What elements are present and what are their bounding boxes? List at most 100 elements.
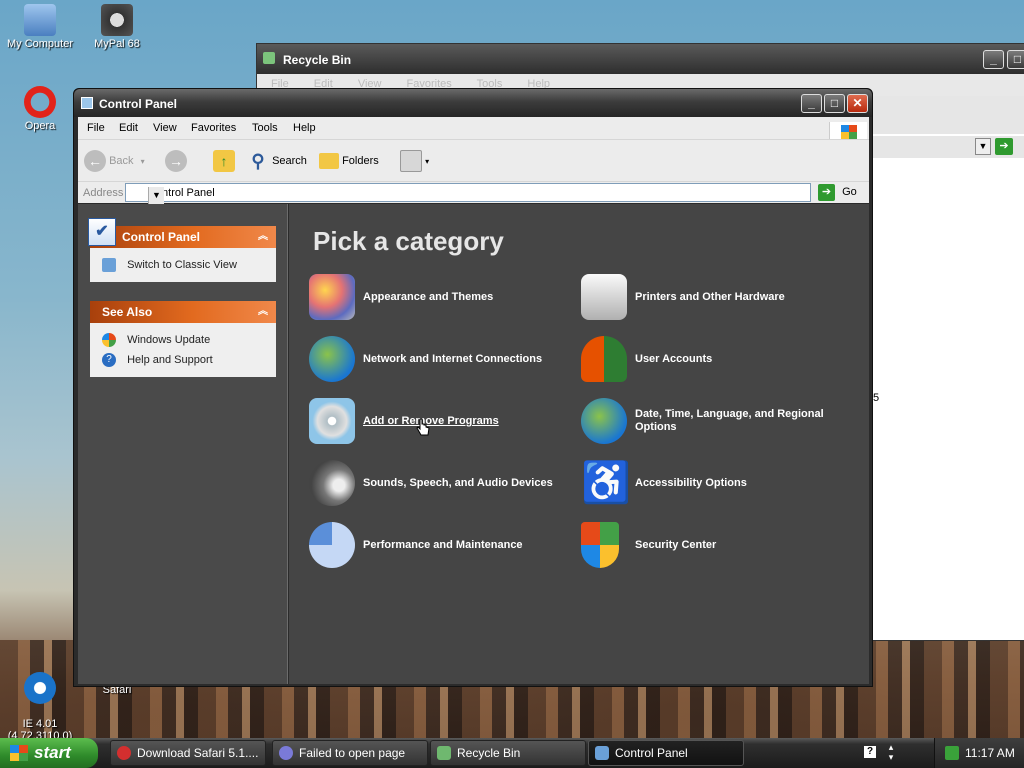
left-task-pane: ✔ Control Panel ︽ Switch to Classic View… bbox=[78, 204, 288, 684]
search-button[interactable]: ⚲ Search bbox=[247, 149, 307, 173]
taskbar-item-failed-page[interactable]: Failed to open page bbox=[272, 740, 428, 766]
views-grid-icon bbox=[400, 150, 422, 173]
forward-arrow-icon: → bbox=[165, 150, 187, 173]
forward-button[interactable]: → bbox=[165, 149, 187, 173]
control-panel-small-icon bbox=[595, 746, 609, 760]
windows-flag-icon bbox=[10, 745, 28, 761]
rb-maximize-button[interactable]: □ bbox=[1007, 50, 1024, 69]
taskbar-item-download-safari[interactable]: Download Safari 5.1.... bbox=[110, 740, 266, 766]
user-accounts-icon bbox=[581, 336, 627, 382]
opera-icon bbox=[24, 86, 56, 118]
help-and-support-link[interactable]: ? Help and Support bbox=[102, 351, 276, 371]
rb-partial-text: 5 bbox=[873, 392, 880, 404]
go-arrow-icon: ➔ bbox=[818, 183, 835, 201]
start-button[interactable]: start bbox=[0, 738, 98, 768]
network-icon bbox=[309, 336, 355, 382]
category-security-center[interactable]: Security Center bbox=[581, 520, 843, 570]
classic-view-icon bbox=[102, 258, 116, 273]
category-user-accounts[interactable]: User Accounts bbox=[581, 334, 843, 384]
up-folder-button[interactable]: ↑ bbox=[213, 149, 235, 173]
computer-icon bbox=[24, 4, 56, 36]
category-accessibility-options[interactable]: ♿ Accessibility Options bbox=[581, 458, 843, 508]
accessibility-icon: ♿ bbox=[581, 461, 631, 505]
control-panel-titlebar[interactable]: Control Panel _ □ ✕ bbox=[74, 89, 872, 117]
menubar: File Edit View Favorites Tools Help bbox=[78, 117, 869, 142]
control-panel-box-header[interactable]: ✔ Control Panel ︽ bbox=[88, 218, 276, 248]
menu-help[interactable]: Help bbox=[293, 122, 316, 134]
taskbar-item-control-panel[interactable]: Control Panel bbox=[588, 740, 744, 766]
taskbar: start Download Safari 5.1.... Failed to … bbox=[0, 738, 1024, 768]
my-computer-desktop-icon[interactable]: My Computer bbox=[0, 4, 80, 50]
ie-icon bbox=[24, 672, 56, 704]
recycle-bin-titlebar[interactable]: Recycle Bin _ □ bbox=[257, 44, 1024, 74]
security-shield-icon bbox=[581, 522, 619, 568]
opera-small-icon bbox=[117, 746, 131, 760]
category-network-internet[interactable]: Network and Internet Connections bbox=[309, 334, 571, 384]
search-icon: ⚲ bbox=[251, 151, 265, 172]
control-panel-window[interactable]: Control Panel _ □ ✕ File Edit View Favor… bbox=[73, 88, 873, 687]
see-also-box: See Also ︽ Windows Update ? Help and Sup… bbox=[90, 301, 276, 377]
windows-update-icon bbox=[102, 333, 116, 348]
control-panel-box: ✔ Control Panel ︽ Switch to Classic View bbox=[88, 218, 276, 282]
raccoon-icon bbox=[101, 4, 133, 36]
ie-desktop-icon[interactable]: IE 4.01 (4.72.3110.0) bbox=[0, 660, 80, 742]
address-dropdown-icon[interactable]: ▼ bbox=[148, 187, 164, 204]
folders-icon bbox=[319, 153, 339, 170]
help-icon: ? bbox=[102, 353, 116, 368]
collapse-chevron-icon[interactable]: ︽ bbox=[258, 226, 268, 248]
address-input[interactable]: Control Panel ▼ bbox=[125, 183, 811, 204]
collapse-chevron-icon[interactable]: ︽ bbox=[258, 301, 268, 323]
rb-address-dropdown[interactable]: ▼ bbox=[975, 138, 991, 155]
restore-tray-icon[interactable]: ▴ ▾ bbox=[886, 742, 896, 762]
browser-small-icon bbox=[279, 746, 293, 760]
minimize-button[interactable]: _ bbox=[801, 94, 822, 113]
back-button[interactable]: ← Back ▾ bbox=[84, 149, 145, 173]
category-performance-maintenance[interactable]: Performance and Maintenance bbox=[309, 520, 571, 570]
appearance-themes-icon bbox=[309, 274, 355, 320]
sounds-icon bbox=[309, 460, 355, 506]
opera-desktop-icon[interactable]: Opera bbox=[0, 86, 80, 132]
menu-view[interactable]: View bbox=[153, 122, 177, 134]
rb-minimize-button[interactable]: _ bbox=[983, 50, 1004, 69]
menu-edit[interactable]: Edit bbox=[119, 122, 138, 134]
add-remove-programs-icon bbox=[309, 398, 355, 444]
category-add-remove-programs[interactable]: Add or Remove Programs bbox=[309, 396, 571, 446]
network-tray-icon[interactable] bbox=[945, 746, 959, 760]
mypal-desktop-icon[interactable]: MyPal 68 bbox=[77, 4, 157, 50]
maximize-button[interactable]: □ bbox=[824, 94, 845, 113]
menu-tools[interactable]: Tools bbox=[252, 122, 278, 134]
back-arrow-icon: ← bbox=[84, 150, 106, 173]
address-bar: Address Control Panel ▼ ➔ Go bbox=[78, 181, 869, 204]
recycle-bin-icon bbox=[263, 52, 275, 64]
category-appearance-and-themes[interactable]: Appearance and Themes bbox=[309, 272, 571, 322]
system-tray: 11:17 AM bbox=[934, 738, 1024, 768]
folders-button[interactable]: Folders bbox=[319, 149, 379, 173]
menu-favorites[interactable]: Favorites bbox=[191, 122, 236, 134]
recycle-bin-title: Recycle Bin bbox=[283, 53, 352, 67]
category-printers-hardware[interactable]: Printers and Other Hardware bbox=[581, 272, 843, 322]
switch-classic-view-link[interactable]: Switch to Classic View bbox=[102, 256, 276, 276]
windows-update-link[interactable]: Windows Update bbox=[102, 331, 276, 351]
clock[interactable]: 11:17 AM bbox=[965, 746, 1015, 760]
address-label: Address bbox=[83, 187, 124, 199]
close-button[interactable]: ✕ bbox=[847, 94, 868, 113]
control-panel-window-icon bbox=[81, 97, 93, 109]
taskbar-item-recycle-bin[interactable]: Recycle Bin bbox=[430, 740, 586, 766]
rb-toolbar bbox=[871, 96, 1024, 134]
help-tray-icon[interactable]: ? bbox=[864, 746, 876, 758]
views-button[interactable]: ▾ bbox=[400, 149, 429, 173]
views-dropdown-icon: ▾ bbox=[425, 157, 430, 166]
category-sounds-speech-audio[interactable]: Sounds, Speech, and Audio Devices bbox=[309, 458, 571, 508]
menu-file[interactable]: File bbox=[87, 122, 105, 134]
category-date-time-language[interactable]: Date, Time, Language, and Regional Optio… bbox=[581, 396, 843, 446]
control-panel-check-icon: ✔ bbox=[88, 218, 116, 246]
category-content: Pick a category Appearance and Themes Pr… bbox=[289, 204, 869, 684]
rb-address-bar[interactable]: ▼ ➔ bbox=[871, 136, 1024, 158]
toolbar: ← Back ▾ → ↑ ⚲ Search Folders ▾ bbox=[78, 139, 869, 181]
rb-go-icon[interactable]: ➔ bbox=[995, 138, 1013, 155]
see-also-box-header[interactable]: See Also ︽ bbox=[90, 301, 276, 323]
go-button[interactable]: ➔ Go bbox=[818, 183, 857, 202]
recycle-bin-small-icon bbox=[437, 746, 451, 760]
window-title: Control Panel bbox=[99, 97, 178, 111]
back-dropdown-icon[interactable]: ▾ bbox=[141, 157, 145, 166]
